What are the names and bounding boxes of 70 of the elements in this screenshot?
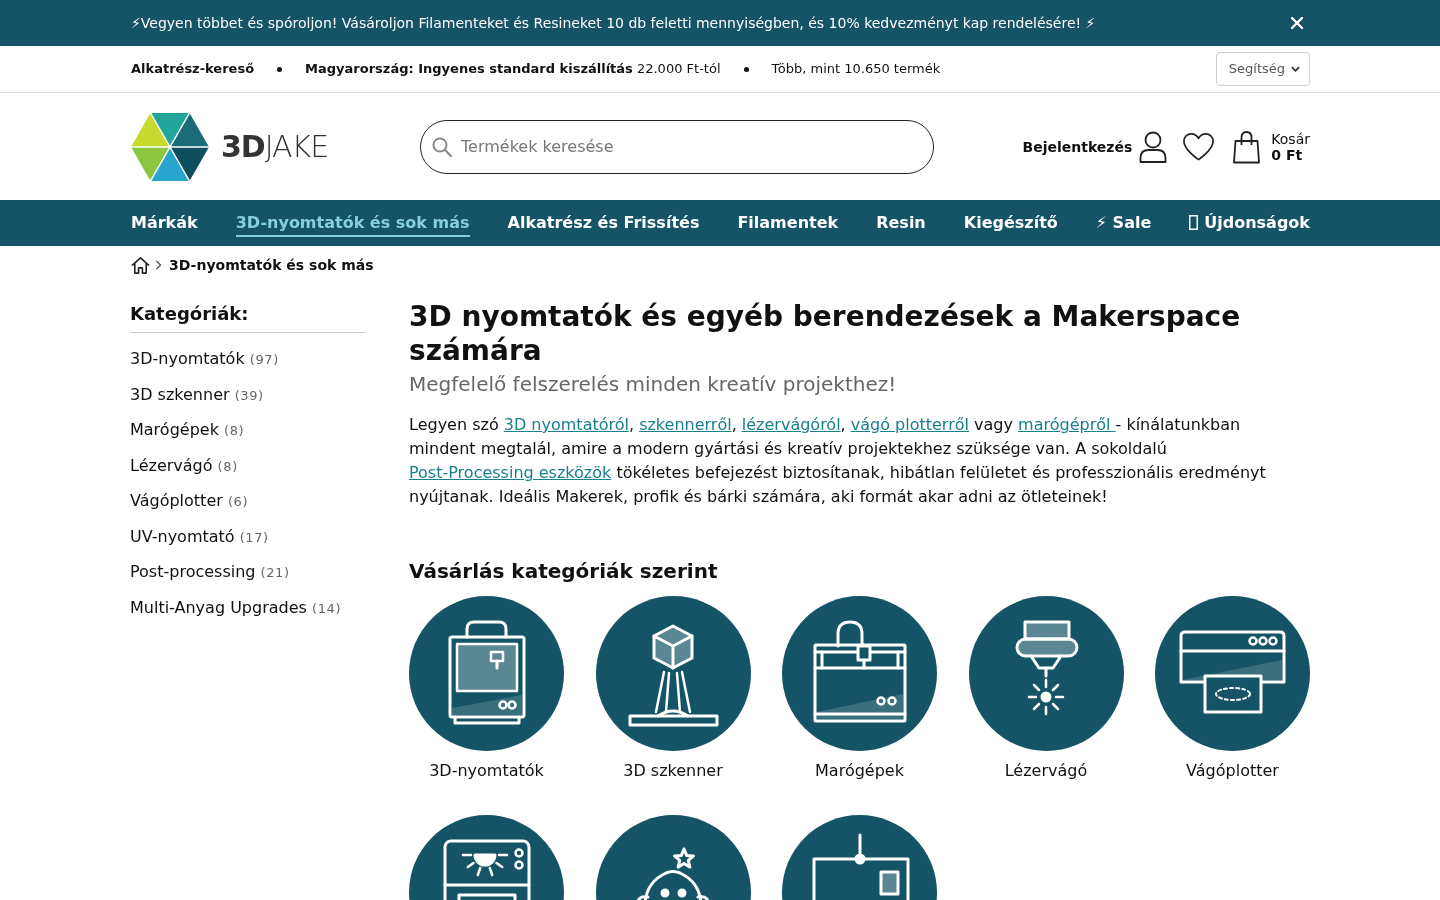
logo-text[interactable]: 3DJAKE [221, 129, 329, 164]
category-link[interactable]: 3D-nyomtatók (97) [130, 347, 279, 372]
lamp-printer-icon[interactable] [409, 815, 564, 900]
search-icon [432, 136, 452, 157]
category-label[interactable]: 3D-nyomtatók [429, 759, 544, 783]
item-count: (39) [234, 387, 264, 403]
3d-printer-icon[interactable] [409, 596, 564, 751]
page-subtitle: Megfelelő felszerelés minden kreatív projekthez! [409, 371, 898, 398]
nav-tab[interactable]: Resin [876, 209, 926, 237]
category-link[interactable]: Post-processing (21) [130, 560, 290, 585]
promo-banner-text: ⚡Vegyen többet és spóroljon! Vásároljon Filamenteket és Resineket 10 db feletti mennyiségben, és 10% kedvezményt kap rendelésére! ⚡ [130, 14, 1096, 33]
category-link[interactable]: Vágóplotter (6) [130, 489, 249, 514]
help-dropdown[interactable]: Segítség [1215, 52, 1310, 86]
category-label[interactable]: Lézervágó [1004, 759, 1088, 783]
sidebar-heading: Kategóriák: [130, 302, 250, 326]
rectangle-icon [1189, 215, 1199, 230]
breadcrumb-current: 3D-nyomtatók és sok más [169, 256, 374, 275]
item-count: (97) [249, 352, 279, 367]
close-icon[interactable] [1291, 17, 1303, 29]
text-link[interactable]: 3D nyomtatóról [503, 415, 629, 434]
text-link[interactable]: lézervágóról [741, 415, 841, 434]
category-link[interactable]: Multi-Anyag Upgrades (14) [130, 595, 342, 621]
page-title: 3D nyomtatók és egyéb berendezések a Makerspace számára [409, 300, 1242, 368]
cart-link[interactable]: Kosár 0 Ft [1232, 129, 1310, 164]
nav-tab[interactable]: Kiegészítő [963, 209, 1058, 237]
category-link[interactable]: UV-nyomtató (17) [130, 524, 269, 550]
creature-icon[interactable] [595, 815, 751, 900]
parts-finder-link[interactable]: Alkatrész-kereső [131, 60, 255, 78]
text-link[interactable]: szkennerről [639, 415, 732, 434]
category-label[interactable]: 3D szkenner [623, 759, 723, 783]
login-link[interactable]: Bejelentkezés [1022, 136, 1133, 157]
category-link[interactable]: Lézervágó (8) [130, 453, 238, 479]
item-count: (6) [227, 494, 249, 509]
nav-tab[interactable]: Márkák [131, 209, 198, 237]
frame-icon[interactable] [782, 815, 937, 900]
category-link[interactable]: 3D szkenner (39) [130, 382, 264, 408]
section-heading: Vásárlás kategóriák szerint [409, 558, 719, 585]
item-count: (21) [260, 565, 290, 580]
milling-machine-icon[interactable] [782, 596, 937, 751]
nav-tab[interactable]: ⚡ Sale [1095, 209, 1152, 237]
home-icon[interactable] [131, 255, 150, 275]
text-link[interactable]: marógépről [1018, 415, 1116, 434]
laser-head-icon[interactable] [968, 596, 1124, 751]
shopping-bag-icon [1232, 129, 1262, 164]
category-link[interactable]: Marógépek (8) [130, 418, 245, 443]
plotter-icon[interactable] [1155, 596, 1310, 751]
item-count: (14) [311, 600, 342, 616]
nav-tab[interactable]: Filamentek [737, 209, 839, 237]
item-count: (8) [224, 423, 245, 438]
item-count: (17) [239, 529, 269, 545]
logo-hexagon-icon[interactable] [131, 112, 209, 181]
info-text: Magyarország: Ingyenes standard kiszállítás 22.000 Ft-tól [305, 60, 721, 78]
nav-tab[interactable]: Újdonságok [1189, 209, 1310, 237]
bullet-icon [277, 66, 283, 72]
nav-tab[interactable]: Alkatrész és Frissítés [507, 209, 700, 237]
item-count: (8) [217, 458, 238, 474]
category-label[interactable]: Marógépek [815, 759, 904, 783]
intro-paragraph: Legyen szó 3D nyomtatóról, szkennerről, lézervágóról, vágó plotterről vagy marógépről - kínálatunkban mindent megtalál, amire a modern gyártási és kreatív projektekhez szüksége van. A sokoldalú Post-Processing eszközök tökéletes befejezést biztosítanak, hibátlan felületet és professzionális eredményt nyújtanak. Ideális Makerek, profik és bárki számára, aki formát akar adni az ötleteinek! [409, 414, 1267, 508]
chevron-down-icon [1291, 66, 1300, 72]
chevron-right-icon [155, 260, 162, 270]
nav-tab[interactable]: 3D-nyomtatók és sok más [235, 209, 470, 237]
scanner-icon[interactable] [595, 596, 751, 751]
text-link[interactable]: vágó plotterről [850, 415, 969, 434]
heart-icon[interactable] [1182, 131, 1216, 162]
user-icon[interactable] [1139, 130, 1168, 163]
text-link[interactable]: Post-Processing eszközök [409, 463, 612, 482]
category-label[interactable]: Vágóplotter [1186, 759, 1279, 783]
info-text: Több, mint 10.650 termék [771, 60, 941, 78]
bullet-icon [743, 66, 749, 72]
search-field[interactable]: Termékek keresése [420, 119, 934, 174]
